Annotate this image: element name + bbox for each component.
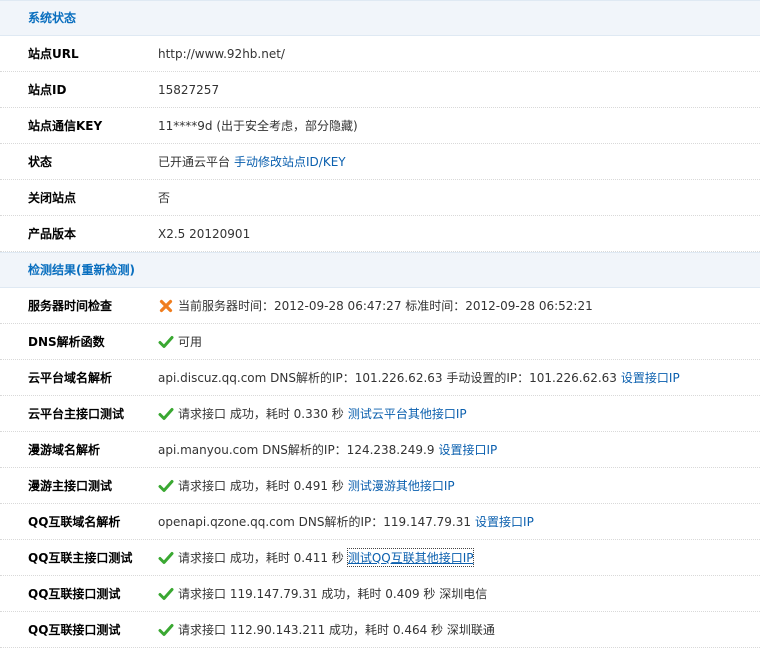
status-row: 站点URL http://www.92hb.net/ [0,36,760,72]
row-label: DNS解析函数 [28,335,105,349]
status-row: 产品版本 X2.5 20120901 [0,216,760,252]
value-text: http://www.92hb.net/ [158,46,285,61]
action-link[interactable]: 设置接口IP [621,369,680,386]
row-label: 云平台域名解析 [28,371,113,385]
value-text: 否 [158,191,171,205]
row-label: 关闭站点 [28,191,77,205]
row-label: QQ互联域名解析 [28,515,121,529]
row-label: 站点通信KEY [28,119,103,133]
value-text: X2.5 20120901 [158,226,251,241]
row-value: 请求接口 成功，耗时 0.491 秒测试漫游其他接口IP [158,477,455,494]
value-text: 请求接口 成功，耗时 0.491 秒 [178,479,344,493]
cloud-status-panel: 系统状态 站点URL http://www.92hb.net/站点ID 158272… [0,0,760,654]
row-label: QQ互联接口测试 [28,623,121,637]
value-text: api.discuz.qq.com DNS解析的IP：101.226.62.63… [158,371,617,385]
action-link[interactable]: 手动修改站点ID/KEY [234,153,346,170]
action-link[interactable]: 测试云平台其他接口IP [348,405,467,422]
check-icon [158,478,174,494]
status-row: 关闭站点 否 [0,180,760,216]
status-row: QQ互联主接口测试 请求接口 成功，耗时 0.411 秒测试QQ互联其他接口IP [0,540,760,576]
value-text: api.manyou.com DNS解析的IP：124.238.249.9 [158,443,435,457]
check-icon [158,586,174,602]
next-row-cutoff [0,648,760,654]
action-link[interactable]: 设置接口IP [475,513,534,530]
status-row: 站点通信KEY 11****9d (出于安全考虑，部分隐藏) [0,108,760,144]
check-icon [158,550,174,566]
status-row: DNS解析函数 可用 [0,324,760,360]
row-value: 可用 [158,333,206,350]
row-label: 云平台主接口测试 [28,407,125,421]
action-link[interactable]: 测试漫游其他接口IP [348,477,455,494]
action-link[interactable]: 设置接口IP [438,441,497,458]
status-row: 云平台域名解析 api.discuz.qq.com DNS解析的IP：101.22… [0,360,760,396]
status-row: QQ互联接口测试 请求接口 112.90.143.211 成功，耗时 0.464 … [0,612,760,648]
row-label: QQ互联接口测试 [28,587,121,601]
row-label: 服务器时间检查 [28,299,113,313]
row-label: 漫游主接口测试 [28,479,113,493]
status-row: 站点ID 15827257 [0,72,760,108]
value-text: 15827257 [158,82,220,97]
value-text: 当前服务器时间：2012-09-28 06:47:27 标准时间：2012-09… [178,299,593,313]
check-icon [158,622,174,638]
value-text: 请求接口 成功，耗时 0.411 秒 [178,551,344,565]
value-text: 已开通云平台 [158,155,231,169]
status-row: 状态 已开通云平台 手动修改站点ID/KEY [0,144,760,180]
status-row: QQ互联接口测试 请求接口 119.147.79.31 成功，耗时 0.409 秒… [0,576,760,612]
value-text: 请求接口 成功，耗时 0.330 秒 [178,407,344,421]
action-link[interactable]: 测试QQ互联其他接口IP [346,548,475,567]
status-row: QQ互联域名解析 openapi.qzone.qq.com DNS解析的IP：11… [0,504,760,540]
row-value: 否 [158,189,174,206]
row-value: api.discuz.qq.com DNS解析的IP：101.226.62.63… [158,369,680,386]
row-label: 站点ID [28,83,67,97]
check-icon [158,334,174,350]
status-row: 漫游域名解析 api.manyou.com DNS解析的IP：124.238.24… [0,432,760,468]
row-value: 15827257 [158,83,223,97]
status-row: 漫游主接口测试 请求接口 成功，耗时 0.491 秒测试漫游其他接口IP [0,468,760,504]
row-value: http://www.92hb.net/ [158,47,289,61]
row-label: QQ互联主接口测试 [28,551,133,565]
value-text: 请求接口 112.90.143.211 成功，耗时 0.464 秒 深圳联通 [178,623,495,637]
row-value: X2.5 20120901 [158,227,254,241]
row-label: 漫游域名解析 [28,443,101,457]
row-value: 已开通云平台 手动修改站点ID/KEY [158,153,346,170]
row-value: 请求接口 112.90.143.211 成功，耗时 0.464 秒 深圳联通 [158,621,499,638]
value-text: 请求接口 119.147.79.31 成功，耗时 0.409 秒 深圳电信 [178,587,488,601]
value-text: openapi.qzone.qq.com DNS解析的IP：119.147.79… [158,515,472,529]
row-value: api.manyou.com DNS解析的IP：124.238.249.9 设置接… [158,441,497,458]
row-value: 当前服务器时间：2012-09-28 06:47:27 标准时间：2012-09… [158,297,597,314]
error-x-icon [158,298,174,314]
status-rows: 站点URL http://www.92hb.net/站点ID 15827257 站点通… [0,36,760,252]
row-label: 产品版本 [28,227,77,241]
check-icon [158,406,174,422]
row-value: 11****9d (出于安全考虑，部分隐藏) [158,117,362,134]
row-label: 站点URL [28,47,79,61]
row-value: 请求接口 成功，耗时 0.330 秒测试云平台其他接口IP [158,405,467,422]
section-title-system-status: 系统状态 [0,0,760,36]
row-label: 状态 [28,155,53,169]
row-value: 请求接口 119.147.79.31 成功，耗时 0.409 秒 深圳电信 [158,585,491,602]
status-row: 服务器时间检查 当前服务器时间：2012-09-28 06:47:27 标准时间：… [0,288,760,324]
row-value: openapi.qzone.qq.com DNS解析的IP：119.147.79… [158,513,534,530]
value-text: 11****9d (出于安全考虑，部分隐藏) [158,119,358,133]
value-text: 可用 [178,335,203,349]
check-rows: 服务器时间检查 当前服务器时间：2012-09-28 06:47:27 标准时间：… [0,288,760,648]
row-value: 请求接口 成功，耗时 0.411 秒测试QQ互联其他接口IP [158,548,475,567]
status-row: 云平台主接口测试 请求接口 成功，耗时 0.330 秒测试云平台其他接口IP [0,396,760,432]
section-title-check-results[interactable]: 检测结果(重新检测) [0,252,760,288]
